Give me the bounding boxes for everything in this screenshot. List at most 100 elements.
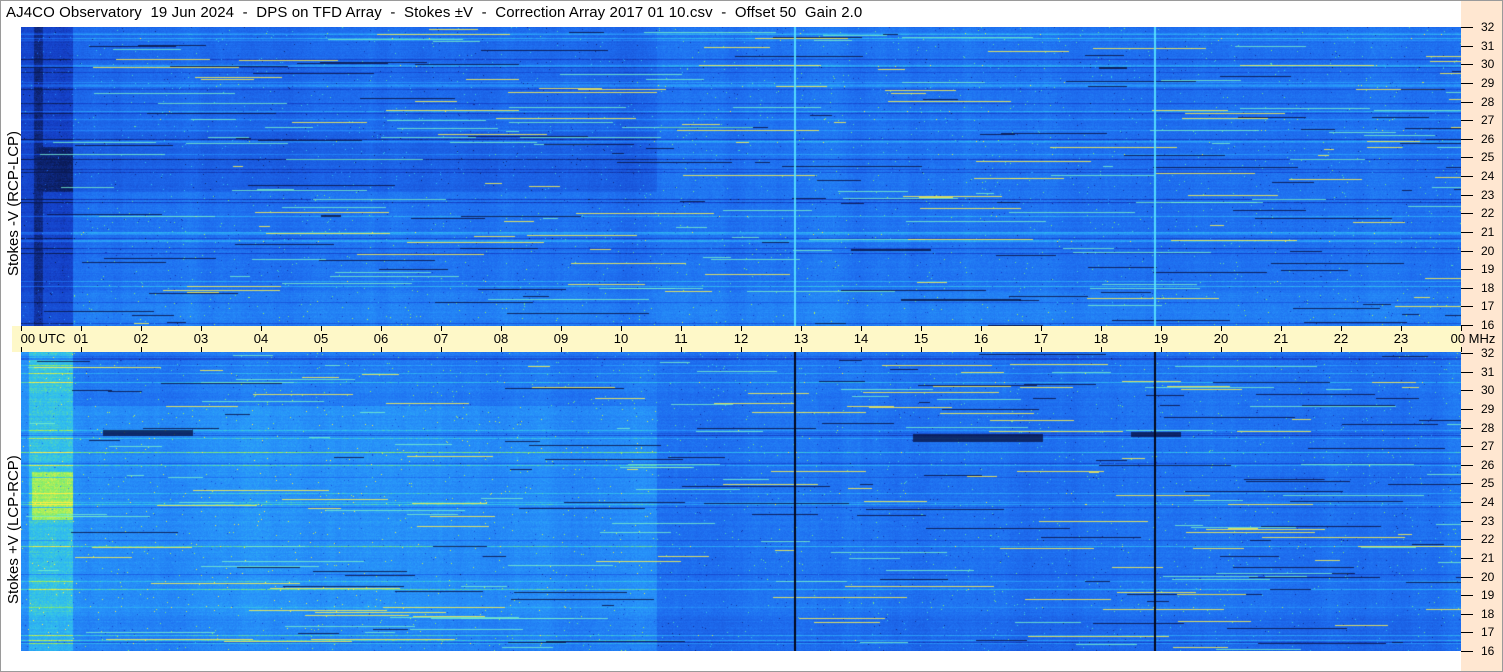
top-freq-tick bbox=[1461, 139, 1473, 140]
hour-tick bbox=[681, 347, 682, 352]
hour-label-17: 17 bbox=[1033, 331, 1049, 346]
bot-freq-tick bbox=[1461, 632, 1473, 633]
stokes-plus-v-label: Stokes +V (LCP-RCP) bbox=[5, 455, 22, 604]
hour-tick bbox=[441, 326, 442, 331]
hour-label-13: 13 bbox=[793, 331, 809, 346]
bot-freq-18: 18 bbox=[1481, 606, 1495, 621]
hour-tick bbox=[981, 347, 982, 352]
top-freq-22: 22 bbox=[1481, 206, 1495, 221]
hour-tick bbox=[261, 326, 262, 331]
bot-freq-tick bbox=[1461, 409, 1473, 410]
top-freq-tick bbox=[1461, 157, 1473, 158]
hour-tick bbox=[801, 347, 802, 352]
hour-tick bbox=[1161, 326, 1162, 331]
bot-freq-tick bbox=[1461, 390, 1473, 391]
hour-label-21: 21 bbox=[1273, 331, 1289, 346]
top-freq-18: 18 bbox=[1481, 280, 1495, 295]
hour-tick bbox=[1401, 326, 1402, 331]
top-freq-19: 19 bbox=[1481, 262, 1495, 277]
top-freq-tick bbox=[1461, 269, 1473, 270]
bot-freq-tick bbox=[1461, 558, 1473, 559]
hour-tick bbox=[501, 347, 502, 352]
top-freq-tick bbox=[1461, 46, 1473, 47]
hour-label-22: 22 bbox=[1333, 331, 1349, 346]
bot-freq-28: 28 bbox=[1481, 420, 1495, 435]
hour-tick bbox=[921, 326, 922, 331]
hour-tick bbox=[561, 347, 562, 352]
hour-tick bbox=[1101, 326, 1102, 331]
bot-freq-tick bbox=[1461, 372, 1473, 373]
bot-freq-16: 16 bbox=[1481, 644, 1495, 658]
hour-tick bbox=[1341, 347, 1342, 352]
hour-tick bbox=[1281, 326, 1282, 331]
top-freq-27: 27 bbox=[1481, 113, 1495, 128]
bot-freq-tick bbox=[1461, 502, 1473, 503]
top-freq-16: 16 bbox=[1481, 318, 1495, 332]
hour-tick bbox=[861, 326, 862, 331]
top-freq-tick bbox=[1461, 213, 1473, 214]
hour-label-05: 05 bbox=[313, 331, 329, 346]
hour-label-06: 06 bbox=[373, 331, 389, 346]
top-freq-26: 26 bbox=[1481, 131, 1495, 146]
hour-tick bbox=[621, 347, 622, 352]
hour-tick bbox=[321, 326, 322, 331]
hour-label-10: 10 bbox=[613, 331, 629, 346]
hour-tick bbox=[741, 326, 742, 331]
hour-label-18: 18 bbox=[1093, 331, 1109, 346]
top-freq-tick bbox=[1461, 288, 1473, 289]
hour-label-03: 03 bbox=[193, 331, 209, 346]
hour-tick bbox=[921, 347, 922, 352]
hour-tick bbox=[981, 326, 982, 331]
hour-tick bbox=[1041, 326, 1042, 331]
bot-freq-30: 30 bbox=[1481, 383, 1495, 398]
top-freq-17: 17 bbox=[1481, 299, 1495, 314]
stokes-plus-v-spectrogram bbox=[21, 352, 1461, 651]
bot-freq-17: 17 bbox=[1481, 625, 1495, 640]
hour-tick bbox=[321, 347, 322, 352]
hour-tick bbox=[201, 347, 202, 352]
hour-tick bbox=[261, 347, 262, 352]
top-freq-29: 29 bbox=[1481, 75, 1495, 90]
top-freq-28: 28 bbox=[1481, 94, 1495, 109]
bot-freq-tick bbox=[1461, 465, 1473, 466]
hour-tick bbox=[201, 326, 202, 331]
bot-freq-25: 25 bbox=[1481, 476, 1495, 491]
bot-freq-tick bbox=[1461, 651, 1473, 652]
hour-tick bbox=[1221, 347, 1222, 352]
hour-tick bbox=[381, 347, 382, 352]
top-freq-21: 21 bbox=[1481, 224, 1495, 239]
hour-tick bbox=[81, 347, 82, 352]
hour-tick bbox=[21, 347, 22, 352]
stokes-minus-v-label: Stokes -V (RCP-LCP) bbox=[5, 130, 22, 276]
bot-freq-tick bbox=[1461, 577, 1473, 578]
hour-tick bbox=[81, 326, 82, 331]
bot-freq-tick bbox=[1461, 483, 1473, 484]
hour-label-14: 14 bbox=[853, 331, 869, 346]
hour-tick bbox=[741, 347, 742, 352]
top-freq-tick bbox=[1461, 83, 1473, 84]
hour-tick bbox=[1221, 326, 1222, 331]
hour-label-19: 19 bbox=[1153, 331, 1169, 346]
hour-label-09: 09 bbox=[553, 331, 569, 346]
stokes-minus-v-spectrogram bbox=[21, 27, 1461, 326]
top-freq-tick bbox=[1461, 306, 1473, 307]
top-freq-tick bbox=[1461, 120, 1473, 121]
bot-freq-tick bbox=[1461, 446, 1473, 447]
hour-tick bbox=[501, 326, 502, 331]
hour-label-01: 01 bbox=[73, 331, 89, 346]
top-freq-31: 31 bbox=[1481, 38, 1495, 53]
hour-tick bbox=[1041, 347, 1042, 352]
hour-label-15: 15 bbox=[913, 331, 929, 346]
bot-freq-tick bbox=[1461, 614, 1473, 615]
hour-tick bbox=[21, 326, 22, 331]
hour-label-08: 08 bbox=[493, 331, 509, 346]
bot-freq-tick bbox=[1461, 428, 1473, 429]
hour-tick bbox=[1401, 347, 1402, 352]
hour-tick bbox=[681, 326, 682, 331]
hour-label-07: 07 bbox=[433, 331, 449, 346]
hour-tick bbox=[1101, 347, 1102, 352]
top-freq-tick bbox=[1461, 251, 1473, 252]
hour-label-end: 00 MHz bbox=[1450, 331, 1496, 346]
hour-tick bbox=[1461, 347, 1462, 352]
top-freq-32: 32 bbox=[1481, 20, 1495, 34]
